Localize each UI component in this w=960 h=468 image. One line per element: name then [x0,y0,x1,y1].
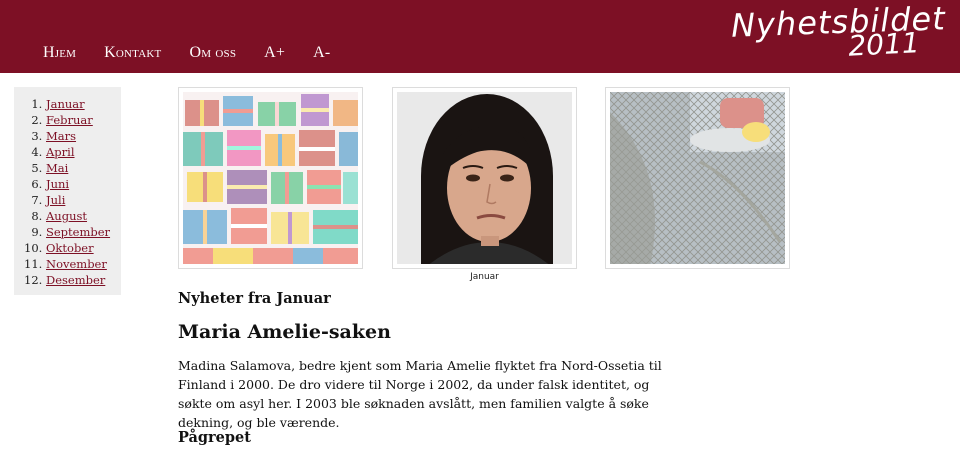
article-text-cutoff [178,458,678,468]
article-title: Maria Amelie-saken [178,321,391,343]
nav-home-link[interactable]: Hjem [43,44,76,62]
month-item: Januar [46,96,121,112]
fishing-illustration [610,92,785,264]
month-item: Februar [46,112,121,128]
gifts-illustration [183,92,358,264]
month-item: November [46,256,121,272]
site-logo[interactable]: Nyhetsbildet 2011 [731,0,947,63]
month-sidebar: Januar Februar Mars April Mai Juni Juli … [14,87,121,295]
month-item: Juli [46,192,121,208]
month-item: Oktober [46,240,121,256]
site-header: Hjem Kontakt Om oss A+ A- Nyhetsbildet 2… [0,0,960,73]
month-link-november[interactable]: November [46,257,107,271]
article-body: Madina Salamova, bedre kjent som Maria A… [178,358,662,430]
gallery-thumb-fishing[interactable] [605,87,790,269]
gallery-caption: Januar [470,272,499,282]
gifts-image [183,92,358,264]
month-heading: Nyheter fra Januar [178,290,331,307]
month-item: September [46,224,121,240]
main-nav: Hjem Kontakt Om oss A+ A- [43,44,358,62]
fishing-image [610,92,785,264]
month-link-oktober[interactable]: Oktober [46,241,94,255]
font-decrease-link[interactable]: A- [313,44,330,62]
month-link-desember[interactable]: Desember [46,273,105,287]
month-link-februar[interactable]: Februar [46,113,93,127]
month-list: Januar Februar Mars April Mai Juni Juli … [14,87,121,288]
nav-about-link[interactable]: Om oss [189,44,236,62]
month-link-mai[interactable]: Mai [46,161,68,175]
nav-contact-link[interactable]: Kontakt [104,44,161,62]
month-link-mars[interactable]: Mars [46,129,76,143]
gallery-thumb-portrait[interactable] [392,87,577,269]
article-subheading: Pågrepet [178,429,251,446]
month-link-august[interactable]: August [46,209,87,223]
gallery-thumb-gifts[interactable] [178,87,363,269]
month-item: Desember [46,272,121,288]
portrait-illustration [397,92,572,264]
font-increase-link[interactable]: A+ [264,44,285,62]
month-link-april[interactable]: April [46,145,75,159]
month-link-september[interactable]: September [46,225,110,239]
month-item: April [46,144,121,160]
month-link-juli[interactable]: Juli [46,193,65,207]
month-link-januar[interactable]: Januar [46,97,85,111]
month-item: August [46,208,121,224]
month-item: Juni [46,176,121,192]
month-item: Mars [46,128,121,144]
portrait-image [397,92,572,264]
month-item: Mai [46,160,121,176]
month-link-juni[interactable]: Juni [46,177,69,191]
